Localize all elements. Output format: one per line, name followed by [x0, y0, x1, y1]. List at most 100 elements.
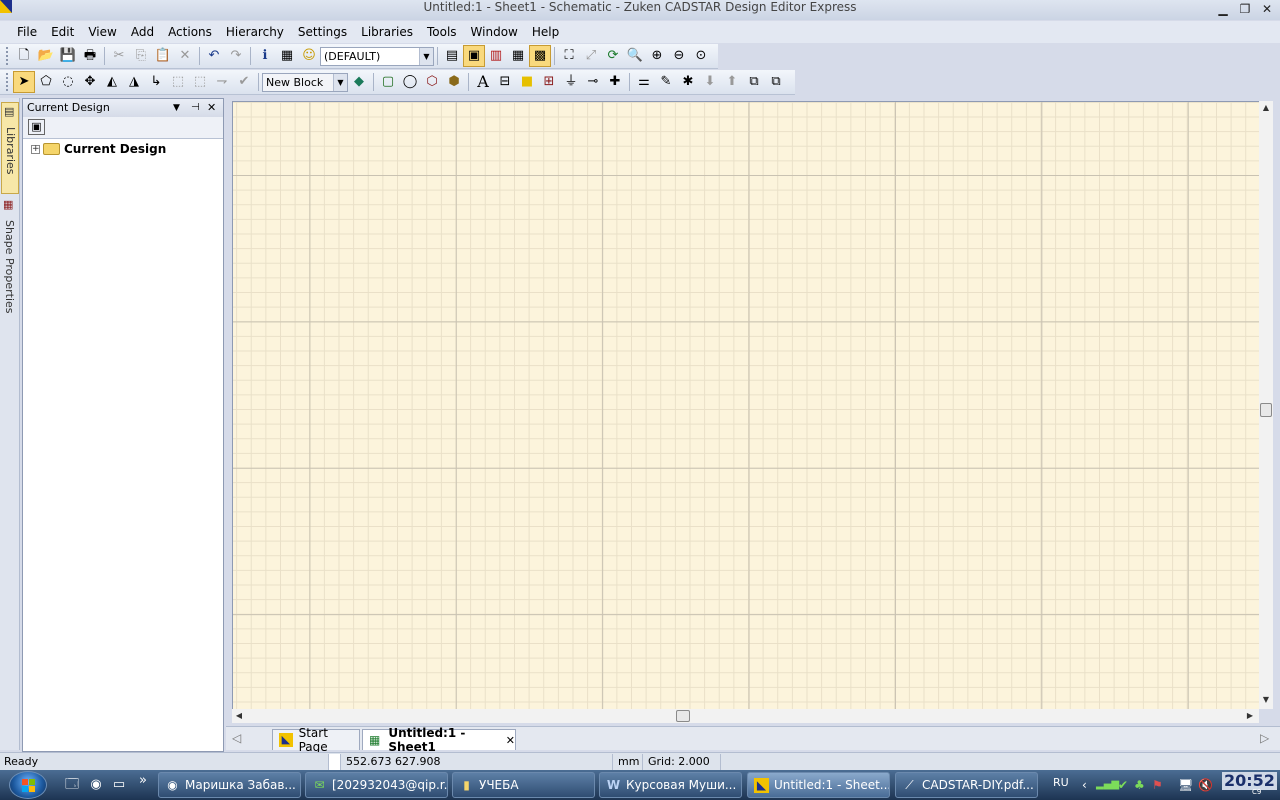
task-folder[interactable]: ▮ УЧЕБА — [452, 772, 595, 798]
hierarchy-block-icon[interactable]: ⧉ — [765, 71, 787, 93]
move-icon[interactable]: ✥ — [79, 71, 101, 93]
view-library-icon[interactable]: ▩ — [529, 45, 551, 67]
delete-icon[interactable]: ✕ — [174, 45, 196, 67]
vertical-scroll-thumb[interactable] — [1260, 403, 1272, 417]
scroll-right-icon[interactable]: ▶ — [1243, 709, 1257, 723]
mirror-icon[interactable]: ◮ — [123, 71, 145, 93]
figure-icon[interactable]: ⬢ — [443, 71, 465, 93]
bus-icon[interactable]: ⚌ — [633, 71, 655, 93]
star-icon[interactable]: ✱ — [677, 71, 699, 93]
chrome-icon[interactable]: ◉ — [87, 776, 105, 794]
volume-muted-icon[interactable]: 🔇 — [1198, 776, 1213, 794]
ground-icon[interactable]: ⏚ — [560, 71, 582, 93]
tree-expander[interactable]: + — [31, 144, 40, 154]
menu-hierarchy[interactable]: Hierarchy — [219, 21, 291, 43]
show-desktop-icon[interactable]: 🗔 — [63, 776, 81, 794]
table-icon[interactable]: ▦ — [276, 45, 298, 67]
connect-icon[interactable]: ↳ — [145, 71, 167, 93]
task-word[interactable]: W Курсовая Муши... — [599, 772, 742, 798]
edit-icon[interactable]: ✎ — [655, 71, 677, 93]
group-icon[interactable]: ⬚ — [167, 71, 189, 93]
select-icon[interactable]: ➤ — [13, 71, 35, 93]
tabs-scroll-left-icon[interactable]: ◁ — [232, 731, 241, 745]
clock[interactable]: 20:52 — [1222, 772, 1277, 790]
zoom-window-icon[interactable]: 🔍 — [624, 45, 646, 67]
minimize-button[interactable]: ▁ — [1212, 1, 1234, 17]
rotate-icon[interactable]: ◭ — [101, 71, 123, 93]
menu-help[interactable]: Help — [525, 21, 566, 43]
menu-window[interactable]: Window — [464, 21, 525, 43]
menu-edit[interactable]: Edit — [44, 21, 81, 43]
wire-end-icon[interactable]: ⇁ — [211, 71, 233, 93]
scroll-up-icon[interactable]: ▲ — [1259, 101, 1273, 115]
zoom-in-icon[interactable]: ⊕ — [646, 45, 668, 67]
scroll-down-icon[interactable]: ▼ — [1259, 693, 1273, 707]
tab-sheet1[interactable]: ▦ Untitled:1 - Sheet1 ✕ — [362, 726, 516, 754]
redo-icon[interactable]: ↷ — [225, 45, 247, 67]
libraries-tab[interactable]: ▤ Libraries — [1, 102, 19, 194]
terminal-icon[interactable]: ⊸ — [582, 71, 604, 93]
fill-icon[interactable]: ■ — [516, 71, 538, 93]
symbol-icon[interactable]: ⊞ — [538, 71, 560, 93]
hierarchy-icon[interactable]: ⧉ — [743, 71, 765, 93]
view-schematic-icon[interactable]: ▣ — [463, 45, 485, 67]
menu-tools[interactable]: Tools — [420, 21, 464, 43]
tree-item-current-design[interactable]: + Current Design — [31, 142, 166, 156]
vertical-scrollbar[interactable]: ▲ ▼ — [1259, 101, 1273, 709]
palette-icon[interactable]: ☺ — [298, 45, 320, 67]
horizontal-scrollbar[interactable]: ◀ ▶ — [232, 709, 1259, 723]
shape-icon[interactable]: ⬡ — [421, 71, 443, 93]
arrow-down-icon[interactable]: ⬇ — [699, 71, 721, 93]
task-qip[interactable]: ✉ [202932043@qip.r... — [305, 772, 448, 798]
undo-icon[interactable]: ↶ — [203, 45, 225, 67]
language-indicator[interactable]: RU — [1053, 774, 1069, 792]
network-icon[interactable]: 🖥 — [1178, 776, 1193, 794]
ungroup-icon[interactable]: ⬚ — [189, 71, 211, 93]
toolbar-grip[interactable] — [6, 73, 9, 91]
view-sheet-icon[interactable]: ▦ — [507, 45, 529, 67]
shape-properties-tab[interactable]: ▦ Shape Properties — [1, 196, 19, 336]
block-icon[interactable]: ◆ — [348, 71, 370, 93]
chevron-down-icon[interactable]: ▼ — [333, 73, 347, 91]
menu-actions[interactable]: Actions — [161, 21, 219, 43]
scroll-left-icon[interactable]: ◀ — [232, 709, 246, 723]
zoom-all-icon[interactable]: ⛶ — [558, 45, 580, 67]
chevron-down-icon[interactable]: ▼ — [419, 47, 433, 65]
rectangle-icon[interactable]: ▢ — [377, 71, 399, 93]
text-icon[interactable]: A — [472, 71, 494, 93]
task-chrome[interactable]: ◉ Маришка Забав... — [158, 772, 301, 798]
zoom-refresh-icon[interactable]: ⟳ — [602, 45, 624, 67]
task-cadstar[interactable]: ◣ Untitled:1 - Sheet... — [747, 772, 890, 798]
attribute-icon[interactable]: ⊟ — [494, 71, 516, 93]
panel-menu-icon[interactable]: ▼ — [173, 99, 180, 117]
menu-view[interactable]: View — [81, 21, 123, 43]
menu-settings[interactable]: Settings — [291, 21, 354, 43]
tray-expand-icon[interactable]: ‹ — [1082, 776, 1087, 794]
junction-icon[interactable]: ✚ — [604, 71, 626, 93]
zoom-previous-icon[interactable]: ⊙ — [690, 45, 712, 67]
toolbar-grip[interactable] — [6, 47, 9, 65]
select-polygon-icon[interactable]: ⬠ — [35, 71, 57, 93]
menu-libraries[interactable]: Libraries — [354, 21, 420, 43]
tabs-scroll-right-icon[interactable]: ▷ — [1260, 731, 1269, 745]
panel-view-icon[interactable]: ▣ — [28, 119, 45, 135]
horizontal-scroll-thumb[interactable] — [676, 710, 690, 722]
task-pdf[interactable]: ⟋ CADSTAR-DIY.pdf... — [895, 772, 1038, 798]
menu-add[interactable]: Add — [124, 21, 161, 43]
tray-app-icon[interactable]: ♣ — [1134, 776, 1145, 794]
save-icon[interactable]: 💾 — [57, 45, 79, 67]
select-lasso-icon[interactable]: ◌ — [57, 71, 79, 93]
flag-icon[interactable]: ⚑ — [1152, 776, 1163, 794]
pin-icon[interactable]: ⊣ — [191, 99, 200, 117]
start-button[interactable] — [9, 771, 47, 799]
paste-icon[interactable]: 📋 — [152, 45, 174, 67]
circle-icon[interactable]: ◯ — [399, 71, 421, 93]
schematic-canvas[interactable] — [232, 101, 1259, 709]
new-icon[interactable]: 🗋 — [13, 45, 35, 67]
zoom-fit-icon[interactable]: ⤢ — [580, 45, 602, 67]
zoom-out-icon[interactable]: ⊖ — [668, 45, 690, 67]
signal-icon[interactable]: ▂▄▆ — [1096, 776, 1119, 794]
view-report-icon[interactable]: ▥ — [485, 45, 507, 67]
menu-file[interactable]: File — [10, 21, 44, 43]
monitor-icon[interactable]: ▭ — [110, 776, 128, 794]
